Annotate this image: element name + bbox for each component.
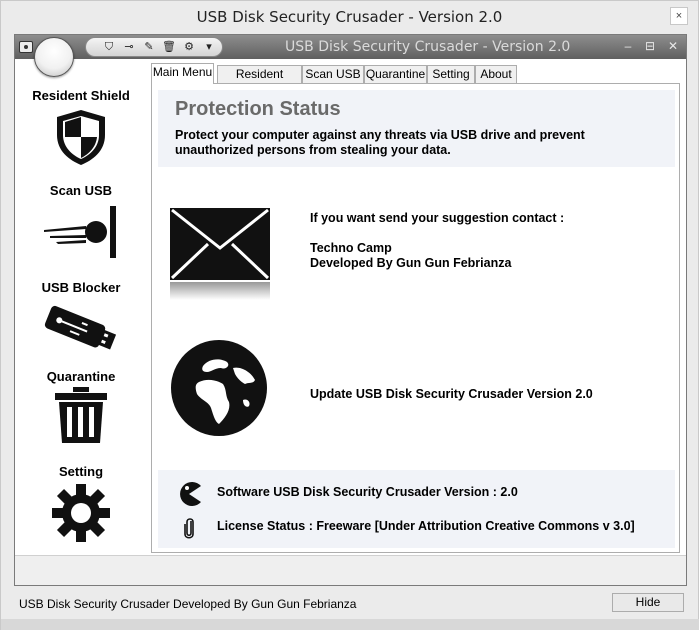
protection-status-box: Protection Status Protect your computer … (158, 90, 675, 167)
usb-drive-icon (44, 305, 117, 350)
sidebar-item-resident-shield[interactable]: Resident Shield (15, 88, 147, 170)
sidebar-item-label: Quarantine (46, 369, 116, 384)
app-menu-icon[interactable] (19, 41, 33, 53)
bottom-strip (1, 619, 699, 630)
outer-close-button[interactable]: × (670, 7, 688, 25)
quick-access-toolbar: ⛉ ⊸ ✎ 🗑 ⚙ ▾ (85, 37, 223, 57)
outer-titlebar[interactable]: USB Disk Security Crusader - Version 2.0… (1, 1, 698, 32)
globe-icon (171, 340, 267, 436)
sidebar-item-label: Resident Shield (32, 88, 130, 103)
sidebar-item-scan-usb[interactable]: Scan USB (15, 183, 147, 265)
sidebar: Resident Shield Scan USB USB Blocker Qua… (15, 59, 147, 555)
mail-icon (170, 208, 270, 300)
trash-quick-icon[interactable]: 🗑 (160, 39, 178, 55)
gear-quick-icon[interactable]: ⚙ (180, 39, 198, 55)
inner-close-button[interactable]: ✕ (665, 38, 681, 54)
inner-window: USB Disk Security Crusader - Version 2.0… (14, 34, 687, 586)
paperclip-icon (184, 518, 194, 539)
contact-organization: Techno Camp (310, 241, 392, 255)
maximize-button[interactable]: ⊟ (642, 38, 658, 54)
sidebar-item-quarantine[interactable]: Quarantine (15, 369, 147, 450)
footer-status-text: USB Disk Security Crusader Developed By … (19, 597, 357, 611)
sidebar-item-setting[interactable]: Setting (15, 464, 147, 547)
minimize-button[interactable]: – (620, 38, 636, 54)
hide-button[interactable]: Hide (612, 593, 684, 612)
scan-quick-icon[interactable]: ⊸ (120, 39, 138, 55)
contact-heading: If you want send your suggestion contact… (310, 211, 565, 225)
sidebar-item-label: USB Blocker (41, 280, 121, 295)
tab-about[interactable]: About (475, 65, 517, 84)
sidebar-item-label: Scan USB (49, 183, 113, 198)
outer-window-title: USB Disk Security Crusader - Version 2.0 (196, 8, 503, 26)
sidebar-item-label: Setting (58, 464, 104, 479)
tab-setting[interactable]: Setting (427, 65, 475, 84)
inner-window-title: USB Disk Security Crusader - Version 2.0 (285, 39, 571, 55)
main-menu-panel: Protection Status Protect your computer … (151, 83, 680, 553)
software-version: Software USB Disk Security Crusader Vers… (217, 485, 518, 499)
contact-developer: Developed By Gun Gun Febrianza (310, 256, 512, 270)
usb-quick-icon[interactable]: ✎ (140, 39, 158, 55)
protection-description: Protect your computer against any threat… (175, 128, 585, 157)
gear-icon (52, 484, 110, 542)
tab-quarantine[interactable]: Quarantine (364, 65, 427, 84)
application-orb-button[interactable] (34, 37, 74, 77)
inner-status-bar (15, 555, 686, 585)
page-title: Protection Status (175, 98, 341, 120)
scan-icon (44, 206, 116, 258)
tab-main-menu[interactable]: Main Menu (151, 63, 214, 84)
outer-window: USB Disk Security Crusader - Version 2.0… (0, 0, 699, 630)
pacman-icon (180, 482, 201, 506)
dropdown-quick-icon[interactable]: ▾ (200, 39, 218, 55)
trash-icon (55, 387, 107, 443)
tab-scan-usb[interactable]: Scan USB (302, 65, 364, 84)
shield-icon (57, 110, 105, 165)
update-link[interactable]: Update USB Disk Security Crusader Versio… (310, 387, 593, 401)
sidebar-item-usb-blocker[interactable]: USB Blocker (15, 280, 147, 362)
license-status: License Status : Freeware [Under Attribu… (217, 519, 635, 533)
tab-resident-shield[interactable]: Resident Shield (217, 65, 302, 98)
shield-quick-icon[interactable]: ⛉ (100, 39, 118, 55)
software-info-box: Software USB Disk Security Crusader Vers… (158, 470, 675, 548)
